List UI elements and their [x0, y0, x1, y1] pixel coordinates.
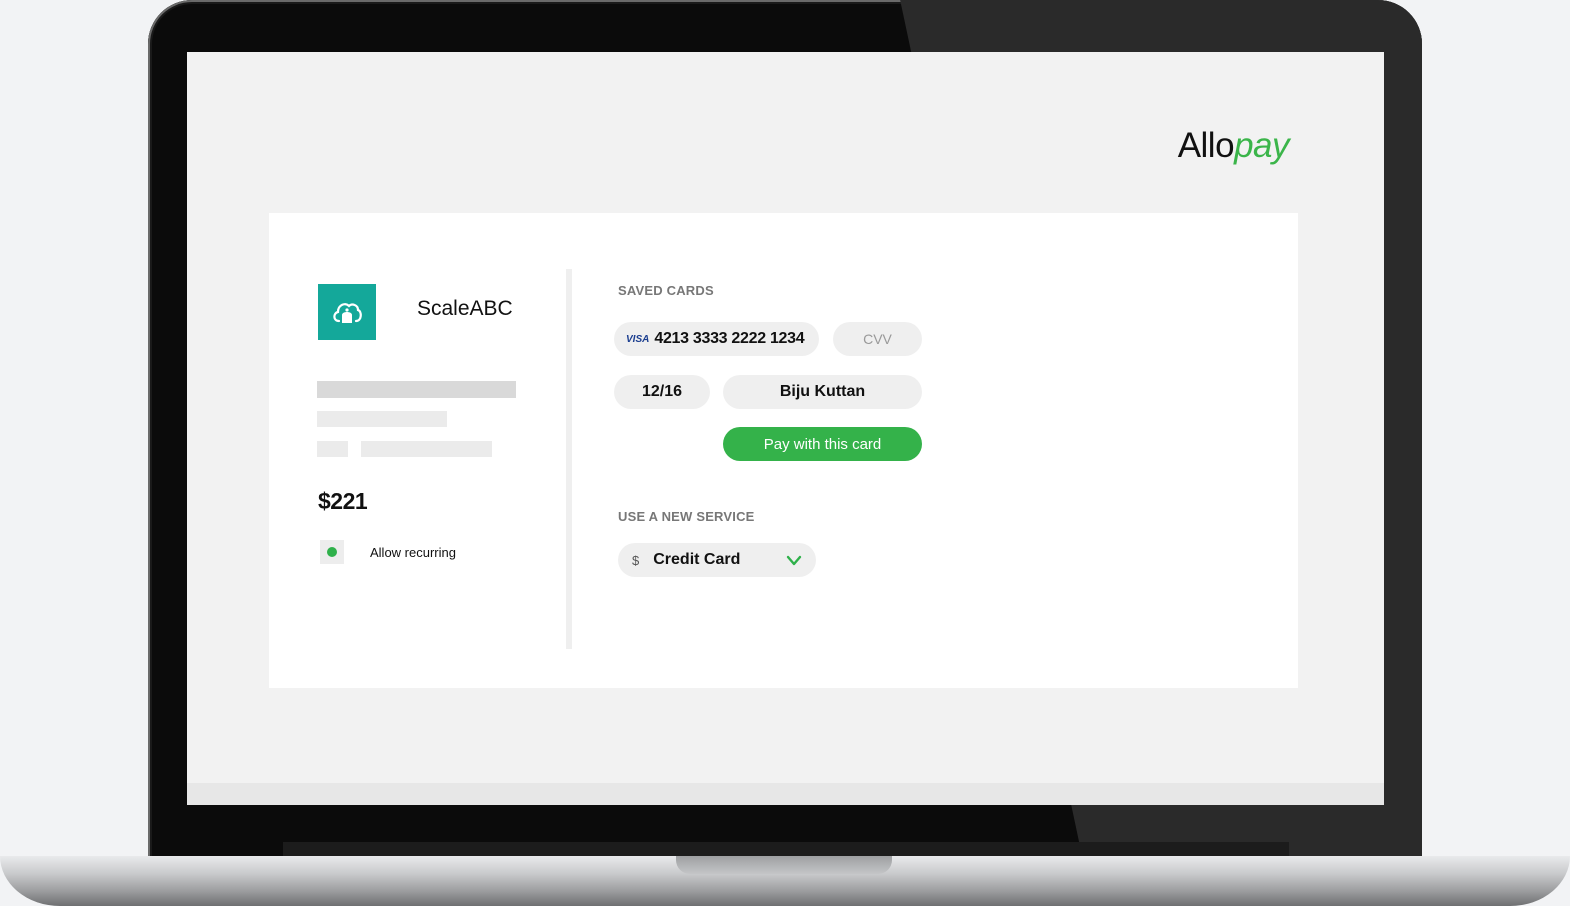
card-expiry[interactable]: 12/16	[614, 375, 710, 409]
checkbox-dot	[327, 547, 337, 557]
saved-cards-heading: SAVED CARDS	[618, 283, 714, 298]
column-divider	[566, 269, 572, 649]
screen: Allopay ScaleABC $221 Allow recurring SA…	[187, 52, 1384, 805]
saved-card-number[interactable]: VISA 4213 3333 2222 1234	[614, 322, 819, 356]
merchant-logo	[318, 284, 376, 340]
cloud-bell-icon	[333, 303, 362, 323]
placeholder-line	[317, 411, 447, 427]
merchant-name: ScaleABC	[417, 297, 513, 320]
placeholder-line	[317, 441, 348, 457]
allow-recurring-label: Allow recurring	[370, 545, 456, 560]
card-holder-name[interactable]: Biju Kuttan	[723, 375, 922, 409]
card-number-text: 4213 3333 2222 1234	[654, 330, 805, 347]
new-service-heading: USE A NEW SERVICE	[618, 509, 755, 524]
laptop-base	[0, 856, 1570, 906]
laptop-notch	[676, 856, 892, 874]
dollar-icon: $	[632, 552, 640, 568]
allow-recurring-checkbox[interactable]	[320, 540, 344, 564]
service-selected-value: Credit Card	[653, 551, 741, 568]
order-amount: $221	[318, 488, 368, 514]
brand-name-accent: pay	[1234, 126, 1289, 165]
cvv-field[interactable]: CVV	[833, 322, 922, 356]
laptop-hinge	[283, 842, 1289, 856]
checkout-panel: ScaleABC $221 Allow recurring SAVED CARD…	[269, 213, 1298, 688]
brand-logo: Allopay	[1177, 126, 1290, 166]
service-select[interactable]: $ Credit Card	[618, 543, 816, 577]
visa-icon: VISA	[626, 333, 650, 345]
screen-bottom-strip	[187, 783, 1384, 805]
placeholder-line	[317, 381, 516, 398]
pay-with-card-button[interactable]: Pay with this card	[723, 427, 922, 461]
chevron-down-icon	[786, 554, 802, 566]
placeholder-line	[361, 441, 492, 457]
brand-name-main: Allo	[1177, 126, 1235, 165]
